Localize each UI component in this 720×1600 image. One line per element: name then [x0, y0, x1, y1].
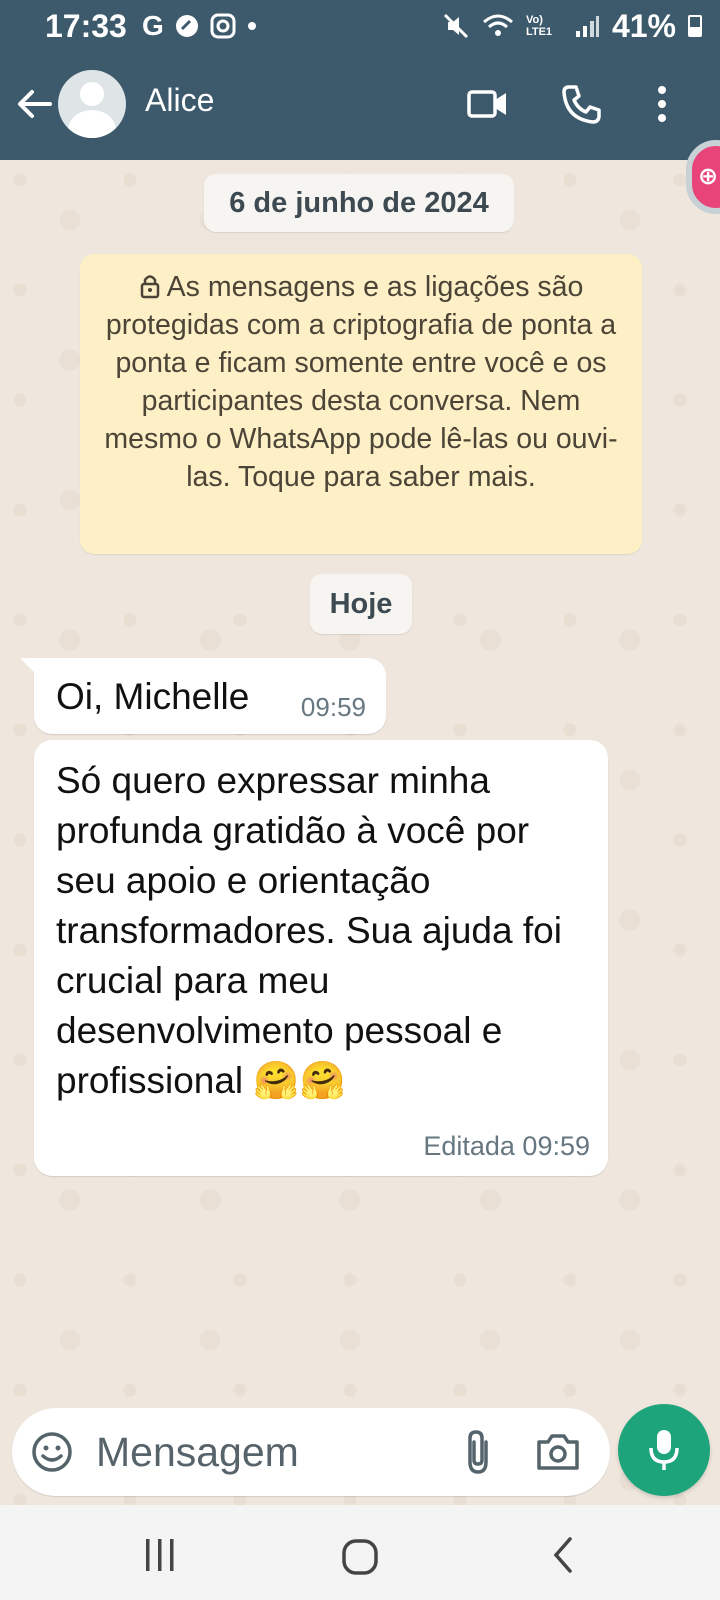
- message-input[interactable]: [96, 1424, 426, 1480]
- lock-icon: [140, 275, 159, 299]
- instagram-icon: [210, 13, 236, 39]
- encryption-notice-text: As mensagens e as ligações são protegida…: [104, 271, 618, 493]
- dot-icon: [247, 22, 256, 30]
- voice-record-button[interactable]: [618, 1404, 710, 1496]
- status-notification-icons: G: [142, 8, 258, 44]
- camera-icon[interactable]: [534, 1430, 582, 1474]
- contact-name[interactable]: Alice: [145, 82, 214, 119]
- microphone-icon: [649, 1430, 679, 1470]
- today-pill: Hoje: [310, 574, 412, 634]
- attach-clip-icon[interactable]: [458, 1428, 498, 1476]
- lte-label: Vo) LTE1: [525, 14, 553, 38]
- top-bar: 17:33 G Vo) LTE1 41% Alice: [0, 0, 720, 160]
- signal-icon: [575, 16, 599, 37]
- composer-bar: [12, 1408, 610, 1496]
- message-text: Só quero expressar minha profunda gratid…: [56, 760, 562, 1101]
- message-bubble[interactable]: Oi, Michelle 09:59: [20, 658, 386, 734]
- status-right: Vo) LTE1 41%: [442, 8, 702, 44]
- date-pill: 6 de junho de 2024: [204, 174, 514, 232]
- avatar[interactable]: [58, 70, 126, 138]
- message-text: Oi, Michelle: [56, 676, 250, 717]
- more-vert-icon[interactable]: [640, 82, 684, 126]
- home-icon[interactable]: [340, 1537, 380, 1577]
- wifi-icon: [482, 14, 513, 36]
- recent-apps-icon[interactable]: [142, 1537, 178, 1573]
- nav-back-icon[interactable]: [548, 1535, 578, 1575]
- encryption-notice[interactable]: As mensagens e as ligações são protegida…: [80, 254, 642, 554]
- app-notification-icon: [175, 15, 198, 37]
- emoji-icon[interactable]: [30, 1430, 74, 1474]
- message-bubble[interactable]: Só quero expressar minha profunda gratid…: [34, 740, 608, 1176]
- bubble-tail: [20, 658, 36, 674]
- g-network-icon: G: [142, 10, 164, 41]
- battery-icon: [688, 15, 702, 37]
- video-call-icon[interactable]: [466, 82, 510, 126]
- mute-icon: [443, 13, 469, 39]
- android-nav-bar: [0, 1505, 720, 1600]
- status-time: 17:33: [45, 8, 127, 44]
- battery-percent: 41%: [611, 7, 676, 44]
- message-time: 09:59: [300, 692, 366, 722]
- message-time: Editada 09:59: [423, 1131, 590, 1161]
- back-arrow-icon[interactable]: [14, 84, 54, 124]
- phone-icon[interactable]: [560, 82, 604, 126]
